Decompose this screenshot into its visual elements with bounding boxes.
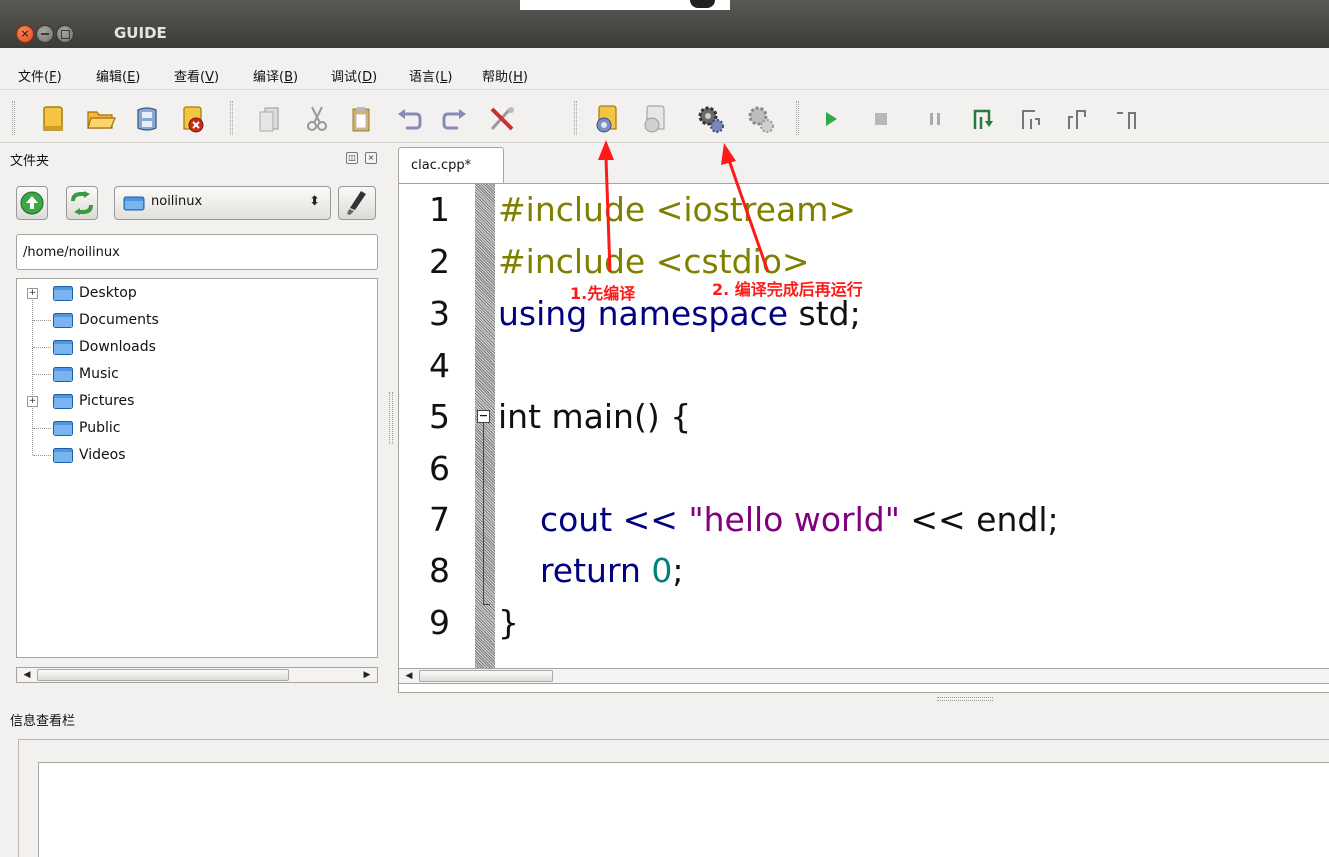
arrowhead-icon xyxy=(598,140,614,160)
info-panel-title: 信息查看栏 xyxy=(10,714,76,729)
arrowhead-icon xyxy=(721,143,736,165)
annotation-arrows xyxy=(598,140,770,273)
arrow-to-run xyxy=(727,159,770,273)
annotation-step-2: 2. 编译完成后再运行 xyxy=(712,280,863,299)
guide-window: × GUIDE 文件(F) 编辑(E) 查看(V) 编译(B) 调试(D) 语言… xyxy=(0,0,1329,857)
info-output-area[interactable] xyxy=(38,762,1329,857)
arrow-to-compile xyxy=(604,157,612,273)
annotation-step-1: 1.先编译 xyxy=(570,284,636,303)
splitter-handle[interactable] xyxy=(937,697,993,701)
